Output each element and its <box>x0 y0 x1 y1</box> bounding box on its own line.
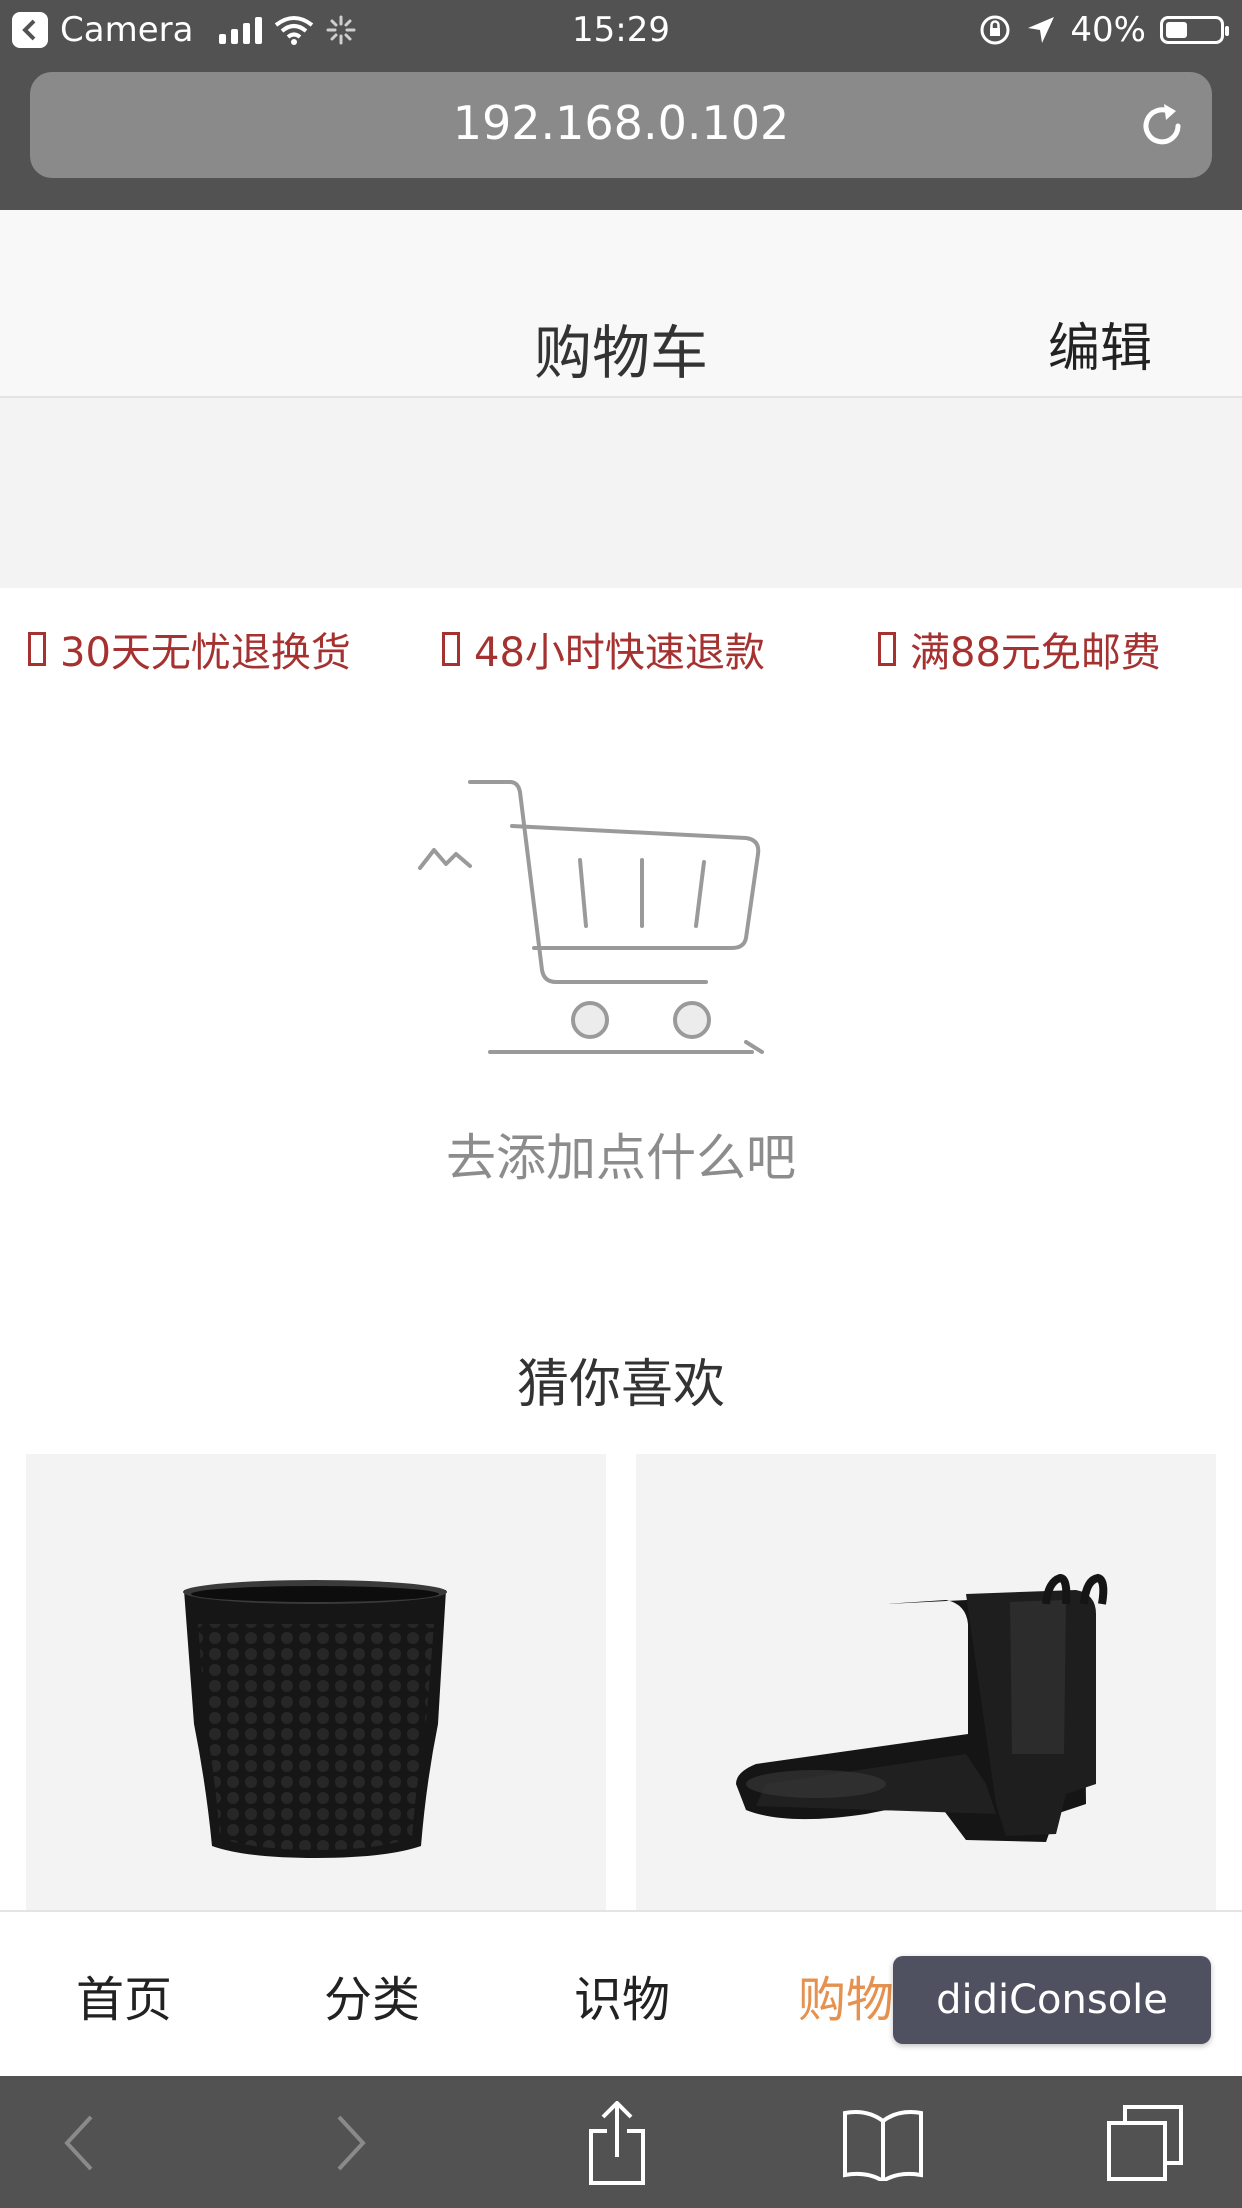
battery-icon <box>1160 16 1229 44</box>
book-icon <box>843 2110 923 2181</box>
tab-cart[interactable]: 购物 <box>798 1960 894 2030</box>
recommend-title: 猜你喜欢 <box>516 1355 725 1415</box>
product-card[interactable] <box>26 1454 606 1914</box>
service-label: 48小时快速退款 <box>474 630 765 676</box>
banner-area <box>0 398 1242 588</box>
cup-product-image[interactable] <box>26 1454 606 1914</box>
tab-home[interactable]: 首页 <box>76 1960 172 2030</box>
orientation-lock-icon <box>980 15 1010 45</box>
tabs-button[interactable] <box>1100 2100 1190 2186</box>
check-icon <box>878 632 896 666</box>
reload-icon[interactable] <box>1134 98 1190 154</box>
empty-cart-message: 去添加点什么吧 <box>446 1129 796 1187</box>
tabs-icon <box>1107 2105 1183 2181</box>
service-item: 满88元免邮费 <box>878 620 1161 678</box>
service-label: 满88元免邮费 <box>910 630 1161 676</box>
product-card[interactable] <box>636 1454 1216 1914</box>
bookmarks-button[interactable] <box>838 2100 928 2186</box>
didi-console-button[interactable]: didiConsole <box>893 1956 1211 2044</box>
back-button[interactable] <box>34 2100 124 2186</box>
battery-level <box>1166 22 1187 38</box>
service-label: 30天无忧退换货 <box>60 630 351 676</box>
status-right: 40% <box>978 10 1229 50</box>
service-item: 30天无忧退换货 <box>28 620 351 678</box>
url-text[interactable]: 192.168.0.102 <box>30 96 1212 150</box>
service-item: 48小时快速退款 <box>442 620 765 678</box>
status-bar: Camera 15:29 40% <box>0 0 1242 62</box>
check-icon <box>28 632 46 666</box>
battery-percent: 40% <box>1070 10 1146 50</box>
forward-button[interactable] <box>306 2100 396 2186</box>
browser-chrome: Camera 15:29 40% 192.168.0.102 <box>0 0 1242 210</box>
empty-cart-icon <box>418 780 764 1054</box>
browser-toolbar <box>0 2076 1242 2208</box>
check-icon <box>442 632 460 666</box>
share-icon <box>589 2101 645 2185</box>
address-bar[interactable]: 192.168.0.102 <box>30 72 1212 178</box>
tab-discover[interactable]: 识物 <box>574 1960 670 2030</box>
page-header: 购物车 编辑 <box>0 210 1242 398</box>
location-arrow-icon <box>1028 17 1055 43</box>
tab-category[interactable]: 分类 <box>324 1960 420 2030</box>
edit-button[interactable]: 编辑 <box>1048 306 1152 381</box>
boot-product-image[interactable] <box>636 1454 1216 1914</box>
chevron-right-icon <box>337 2115 366 2171</box>
chevron-left-icon <box>64 2115 93 2171</box>
share-button[interactable] <box>572 2100 662 2186</box>
service-promises: 30天无忧退换货 48小时快速退款 满88元免邮费 <box>0 620 1242 680</box>
